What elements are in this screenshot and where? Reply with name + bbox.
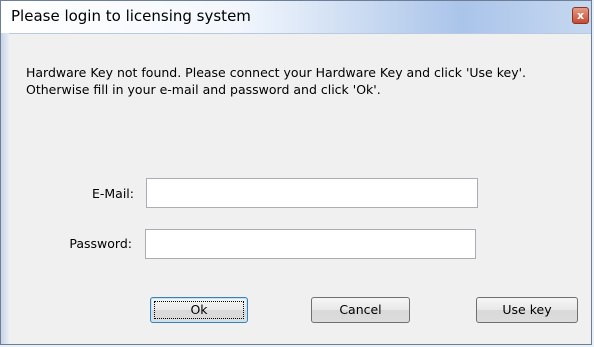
instruction-line-1: Hardware Key not found. Please connect y…: [26, 65, 527, 80]
login-dialog: Please login to licensing system x: [0, 0, 592, 345]
cancel-button-label: Cancel: [339, 302, 382, 317]
cancel-button[interactable]: Cancel: [311, 297, 410, 323]
ok-button[interactable]: Ok: [150, 297, 248, 323]
use-key-button-label: Use key: [502, 302, 552, 317]
email-field[interactable]: [146, 178, 478, 208]
instruction-line-2: Otherwise fill in your e-mail and passwo…: [26, 82, 381, 97]
title-bar[interactable]: Please login to licensing system x: [1, 1, 591, 34]
email-label: E-Mail:: [91, 186, 134, 201]
password-field[interactable]: [145, 229, 476, 259]
window-frame-edge: [1, 33, 9, 344]
password-label: Password:: [69, 236, 132, 251]
window-title: Please login to licensing system: [11, 7, 251, 25]
instruction-message: Hardware Key not found. Please connect y…: [26, 64, 526, 98]
use-key-button[interactable]: Use key: [476, 297, 578, 323]
close-icon: x: [576, 9, 585, 22]
focus-rectangle: [154, 301, 244, 319]
close-button[interactable]: x: [572, 7, 589, 24]
